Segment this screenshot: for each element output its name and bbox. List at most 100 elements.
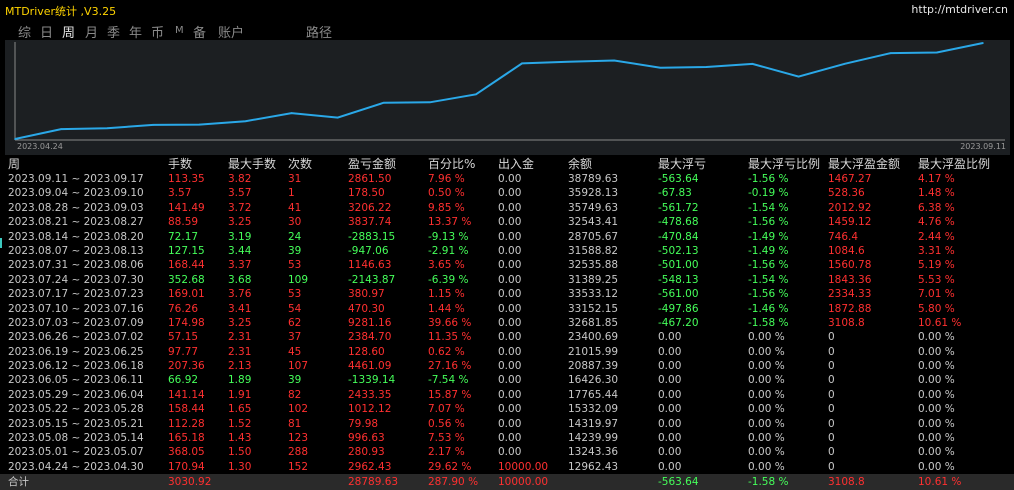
header-max-float-loss[interactable]: 最大浮亏 — [658, 156, 706, 172]
tab-10[interactable]: 路径 — [306, 22, 332, 41]
cell-max-float-profit: 0 — [828, 374, 835, 387]
tab-7[interactable]: M — [175, 25, 184, 36]
table-row[interactable]: 2023.09.11 ~ 2023.09.17 113.35 3.82 31 2861.… — [0, 172, 1014, 186]
website-link[interactable]: http://mtdriver.cn — [911, 3, 1008, 16]
tab-3[interactable]: 月 — [85, 22, 98, 41]
cell-period: 2023.07.03 ~ 2023.07.09 — [8, 316, 144, 329]
cell-max-float-loss-pct: -1.56 % — [748, 173, 789, 185]
table-row[interactable]: 2023.05.15 ~ 2023.05.21 112.28 1.52 81 79.98… — [0, 417, 1014, 431]
cell-deposit: 0.00 — [498, 374, 522, 387]
tab-6[interactable]: 币 — [151, 22, 164, 41]
header-max-lots[interactable]: 最大手数 — [228, 156, 276, 172]
cell-profit: -2883.15 — [348, 230, 396, 243]
header-balance[interactable]: 余额 — [568, 156, 592, 172]
cell-percent: 1.44 % — [428, 302, 465, 315]
tab-0[interactable]: 综 — [18, 22, 31, 41]
table-row[interactable]: 2023.09.04 ~ 2023.09.10 3.57 3.57 1 178.50 0.… — [0, 186, 1014, 200]
cell-percent: 7.07 % — [428, 403, 465, 416]
cell-max-float-loss: 0.00 — [658, 403, 682, 416]
tab-5[interactable]: 年 — [129, 22, 142, 41]
cell-max-float-profit-pct: 0.00 % — [918, 460, 955, 473]
cell-deposit: 0.00 — [498, 432, 522, 445]
cell-lots: 76.26 — [168, 302, 199, 315]
cell-max-float-loss: 0.00 — [658, 432, 682, 445]
equity-point — [429, 101, 431, 104]
cell-max-float-loss: -67.83 — [658, 187, 692, 200]
table-row[interactable]: 2023.05.22 ~ 2023.05.28 158.44 1.65 102 1012… — [0, 402, 1014, 416]
cell-max-float-loss: 0.00 — [658, 417, 682, 430]
header-profit[interactable]: 盈亏金额 — [348, 156, 396, 172]
header-percent[interactable]: 百分比% — [428, 156, 475, 172]
table-row[interactable]: 2023.08.14 ~ 2023.08.20 72.17 3.19 24 -2883.… — [0, 230, 1014, 244]
table-row[interactable]: 2023.07.10 ~ 2023.07.16 76.26 3.41 54 470.30… — [0, 302, 1014, 316]
header-period[interactable]: 周 — [8, 156, 20, 172]
cell-profit: 79.98 — [348, 417, 379, 430]
cell-max-lots: 3.37 — [228, 259, 252, 272]
header-count[interactable]: 次数 — [288, 156, 312, 172]
tab-4[interactable]: 季 — [107, 22, 120, 41]
header-deposit[interactable]: 出入金 — [498, 156, 534, 172]
cell-max-float-loss: 0.00 — [658, 446, 682, 459]
cell-max-float-profit: 0 — [828, 432, 835, 445]
cell-count: 109 — [288, 273, 309, 286]
tab-2[interactable]: 周 — [62, 22, 75, 41]
cell-period: 2023.08.14 ~ 2023.08.20 — [8, 230, 144, 243]
cell-max-float-loss: 0.00 — [658, 360, 682, 373]
table-row[interactable]: 2023.06.05 ~ 2023.06.11 66.92 1.89 39 -1339.… — [0, 373, 1014, 387]
header-lots[interactable]: 手数 — [168, 156, 192, 172]
cell-balance: 12962.43 — [568, 460, 619, 473]
cell-count: 31 — [288, 173, 302, 185]
cell-max-lots: 3.19 — [228, 230, 252, 243]
cell-balance: 31588.82 — [568, 244, 619, 257]
cell-lots: 174.98 — [168, 316, 205, 329]
equity-point — [198, 123, 201, 126]
cell-profit: 2962.43 — [348, 460, 392, 473]
cell-profit: 280.93 — [348, 446, 385, 459]
cell-max-float-loss-pct: 0.00 % — [748, 331, 785, 344]
table-row[interactable]: 2023.06.12 ~ 2023.06.18 207.36 2.13 107 4461… — [0, 359, 1014, 373]
cell-period: 2023.05.01 ~ 2023.05.07 — [8, 446, 144, 459]
table-row[interactable]: 2023.07.24 ~ 2023.07.30 352.68 3.68 109 -214… — [0, 273, 1014, 287]
cell-percent: -2.91 % — [428, 244, 469, 257]
table-row[interactable]: 2023.05.01 ~ 2023.05.07 368.05 1.50 288 280.… — [0, 445, 1014, 459]
cell-balance: 33152.15 — [568, 302, 619, 315]
tab-8[interactable]: 备 — [193, 22, 206, 41]
table-row[interactable]: 2023.08.07 ~ 2023.08.13 127.15 3.44 39 -947.… — [0, 244, 1014, 258]
table-row[interactable]: 2023.08.28 ~ 2023.09.03 141.49 3.72 41 3206.… — [0, 201, 1014, 215]
cell-balance: 15332.09 — [568, 403, 619, 416]
table-row[interactable]: 2023.05.08 ~ 2023.05.14 165.18 1.43 123 996.… — [0, 431, 1014, 445]
cell-max-float-loss-pct: 0.00 % — [748, 345, 785, 358]
cell-count: 123 — [288, 432, 309, 445]
cell-profit: 4461.09 — [348, 360, 392, 373]
table-row[interactable]: 2023.07.17 ~ 2023.07.23 169.01 3.76 53 380.9… — [0, 287, 1014, 301]
cell-max-float-loss: -478.68 — [658, 216, 699, 229]
cell-max-float-profit-pct: 0.00 % — [918, 432, 955, 445]
cell-period: 2023.05.29 ~ 2023.06.04 — [8, 388, 144, 401]
equity-point — [521, 62, 523, 65]
cell-max-float-profit: 528.36 — [828, 187, 865, 200]
equity-point — [843, 63, 846, 65]
header-max-float-profit-pct[interactable]: 最大浮盈比例 — [918, 156, 990, 172]
cell-max-float-loss: 0.00 — [658, 345, 682, 358]
cell-max-float-profit: 0 — [828, 388, 835, 401]
table-row[interactable]: 2023.04.24 ~ 2023.04.30 170.94 1.30 152 2962… — [0, 460, 1014, 474]
equity-point — [383, 101, 385, 104]
cell-max-float-profit: 1872.88 — [828, 302, 872, 315]
header-max-float-loss-pct[interactable]: 最大浮亏比例 — [748, 156, 820, 172]
table-row[interactable]: 2023.07.03 ~ 2023.07.09 174.98 3.25 62 9281.… — [0, 316, 1014, 330]
tab-9[interactable]: 账户 — [218, 22, 244, 41]
table-row[interactable]: 2023.06.26 ~ 2023.07.02 57.15 2.31 37 2384.7… — [0, 330, 1014, 344]
cell-deposit: 0.00 — [498, 273, 522, 286]
cell-balance: 14319.97 — [568, 417, 619, 430]
table-row[interactable]: 2023.07.31 ~ 2023.08.06 168.44 3.37 53 1146.… — [0, 258, 1014, 272]
table-row[interactable]: 2023.06.19 ~ 2023.06.25 97.77 2.31 45 128.60… — [0, 345, 1014, 359]
cell-max-float-loss-pct: 0.00 % — [748, 360, 785, 373]
table-row[interactable]: 2023.05.29 ~ 2023.06.04 141.14 1.91 82 2433.… — [0, 388, 1014, 402]
header-max-float-profit[interactable]: 最大浮盈金额 — [828, 156, 900, 172]
app-title: MTDriver统计 ,V3.25 — [5, 5, 117, 18]
tab-1[interactable]: 日 — [40, 22, 53, 41]
table-row[interactable]: 2023.08.21 ~ 2023.08.27 88.59 3.25 30 3837.7… — [0, 215, 1014, 229]
cell-max-float-profit-pct: 6.38 % — [918, 201, 955, 214]
cell-max-lots: 1.91 — [228, 388, 252, 401]
table-body: 2023.09.11 ~ 2023.09.17 113.35 3.82 31 2861.… — [0, 172, 1014, 474]
